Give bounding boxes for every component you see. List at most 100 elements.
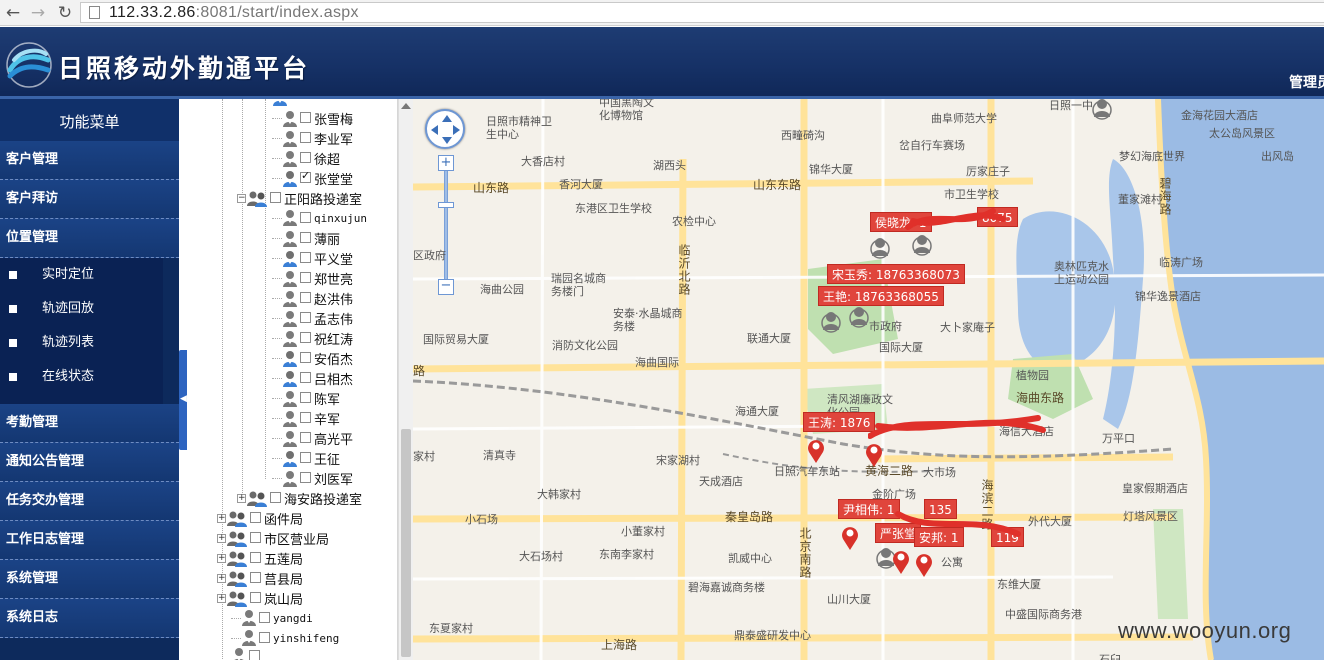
tree-person-node[interactable]: 张堂堂 [272,169,353,189]
tree-person-node[interactable]: 高光平 [272,429,353,449]
worker-label-songyuxiu[interactable]: 宋玉秀: 18763368073 [827,264,965,284]
tree-checkbox[interactable] [250,572,261,583]
tree-checkbox[interactable] [300,372,311,383]
tree-checkbox[interactable] [300,152,311,163]
worker-label-fragment[interactable]: 8075 [977,207,1018,227]
submenu-realtime-location[interactable]: 实时定位 [0,264,163,298]
tree-checkbox[interactable] [300,332,311,343]
expand-icon[interactable]: + [217,534,226,543]
tree-group-node[interactable]: + 五莲局 [217,549,303,569]
online-person-pin-icon[interactable] [914,552,934,578]
map-pan-control[interactable] [425,109,465,149]
tree-checkbox[interactable] [259,631,270,643]
zoom-slider-track[interactable] [444,171,448,279]
map-view[interactable]: + − 山东路 山东东路 临沂北路 北京南路 秦皇岛路 黄海二路 海曲东路 上海… [413,99,1324,660]
tree-person-node[interactable]: 辛军 [272,409,340,429]
tree-checkbox[interactable] [300,112,311,123]
worker-label-yinxiangwei[interactable]: 尹相伟: 1 [838,499,900,519]
pan-down-icon[interactable] [442,137,452,144]
zoom-in-button[interactable]: + [438,155,454,171]
tree-group-node[interactable]: + 函件局 [217,509,303,529]
reload-icon[interactable]: ↻ [54,2,76,24]
submenu-track-list[interactable]: 轨迹列表 [0,332,163,366]
offline-person-pin-icon[interactable] [821,310,841,336]
offline-person-pin-icon[interactable] [870,236,890,262]
tree-person-node[interactable]: 刘医军 [272,469,353,489]
tree-group-node[interactable]: + 岚山局 [217,589,303,609]
pan-left-icon[interactable] [431,125,438,135]
tree-checkbox[interactable] [300,232,311,243]
tree-person-node[interactable]: 郑世亮 [272,269,353,289]
worker-label-houxiaolong[interactable]: 侯晓龙: 1 [870,212,932,232]
tree-person-node[interactable]: 赵洪伟 [272,289,353,309]
url-text[interactable]: 112.33.2.86:8081/start/index.aspx [109,4,359,22]
menu-notice-management[interactable]: 通知公告管理 [0,443,179,482]
submenu-online-status[interactable]: 在线状态 [0,366,163,400]
expand-icon[interactable]: + [237,494,246,503]
expand-icon[interactable]: + [217,514,226,523]
worker-label-wangyan[interactable]: 王艳: 18763368055 [818,286,944,306]
address-bar[interactable]: 112.33.2.86:8081/start/index.aspx [80,2,1324,23]
tree-person-node[interactable]: qinxujun [272,209,367,229]
online-person-pin-icon[interactable] [806,438,826,464]
tree-checkbox[interactable] [259,611,270,623]
expand-icon[interactable]: + [217,554,226,563]
tree-person-node[interactable]: 吕相杰 [272,369,353,389]
tree-person-node[interactable]: 王征 [272,449,340,469]
tree-group-node[interactable]: + 莒县局 [217,569,303,589]
online-person-pin-icon[interactable] [864,442,884,468]
forward-arrow-icon[interactable]: → [27,2,49,24]
menu-customer-visit[interactable]: 客户拜访 [0,180,179,219]
menu-task-management[interactable]: 任务交办管理 [0,482,179,521]
menu-worklog-management[interactable]: 工作日志管理 [0,521,179,560]
scroll-up-icon[interactable] [401,103,411,109]
scrollbar-thumb[interactable] [401,429,411,657]
tree-person-node[interactable]: 平义堂 [272,249,353,269]
tree-checkbox[interactable] [300,312,311,323]
chevron-left-icon[interactable]: ◀ [180,393,187,405]
collapse-icon[interactable]: − [237,194,246,203]
menu-attendance-management[interactable]: 考勤管理 [0,404,179,443]
tree-person-node[interactable]: yinshifeng [231,629,339,649]
zoom-out-button[interactable]: − [438,279,454,295]
tree-group-node[interactable]: + 市区营业局 [217,529,329,549]
tree-person-node[interactable]: 祝红涛 [272,329,353,349]
zoom-slider-handle[interactable] [438,202,454,208]
tree-checkbox[interactable] [300,132,311,143]
menu-system-log[interactable]: 系统日志 [0,599,179,638]
tree-checkbox[interactable] [250,592,261,603]
tree-person-node[interactable]: 安佰杰 [272,349,353,369]
tree-person-node[interactable]: 张雪梅 [272,109,353,129]
tree-checkbox[interactable] [300,392,311,403]
tree-checkbox[interactable] [249,649,260,660]
worker-label-fragment[interactable]: 135 [924,499,957,519]
expand-icon[interactable]: + [217,594,226,603]
tree-checkbox[interactable] [300,169,311,183]
tree-checkbox[interactable] [300,472,311,483]
tree-scrollbar[interactable] [398,99,413,660]
menu-system-management[interactable]: 系统管理 [0,560,179,599]
online-person-pin-icon[interactable] [891,549,911,575]
tree-checkbox[interactable] [270,192,281,203]
tree-checkbox[interactable] [300,272,311,283]
tree-checkbox[interactable] [270,492,281,503]
offline-person-pin-icon[interactable] [849,305,869,331]
pan-right-icon[interactable] [453,125,460,135]
pan-up-icon[interactable] [442,115,452,122]
tree-group-node[interactable]: + 海安路投递室 [237,489,362,509]
tree-checkbox[interactable] [300,452,311,463]
tree-person-node[interactable]: 薄丽 [272,229,340,249]
menu-location-management[interactable]: 位置管理 [0,219,179,258]
tree-checkbox[interactable] [300,352,311,363]
worker-label-fragment[interactable]: 119 [991,527,1024,547]
tree-group-node[interactable]: − 正阳路投递室 [237,189,362,209]
tree-checkbox[interactable] [250,532,261,543]
tree-person-node[interactable]: yangdi [231,609,313,629]
menu-customer-management[interactable]: 客户管理 [0,141,179,180]
worker-label-wangtao[interactable]: 王涛: 1876 [803,412,876,432]
back-arrow-icon[interactable]: ← [2,2,24,24]
tree-checkbox[interactable] [300,292,311,303]
submenu-track-playback[interactable]: 轨迹回放 [0,298,163,332]
tree-person-node[interactable]: 孟志伟 [272,309,353,329]
tree-checkbox[interactable] [250,552,261,563]
